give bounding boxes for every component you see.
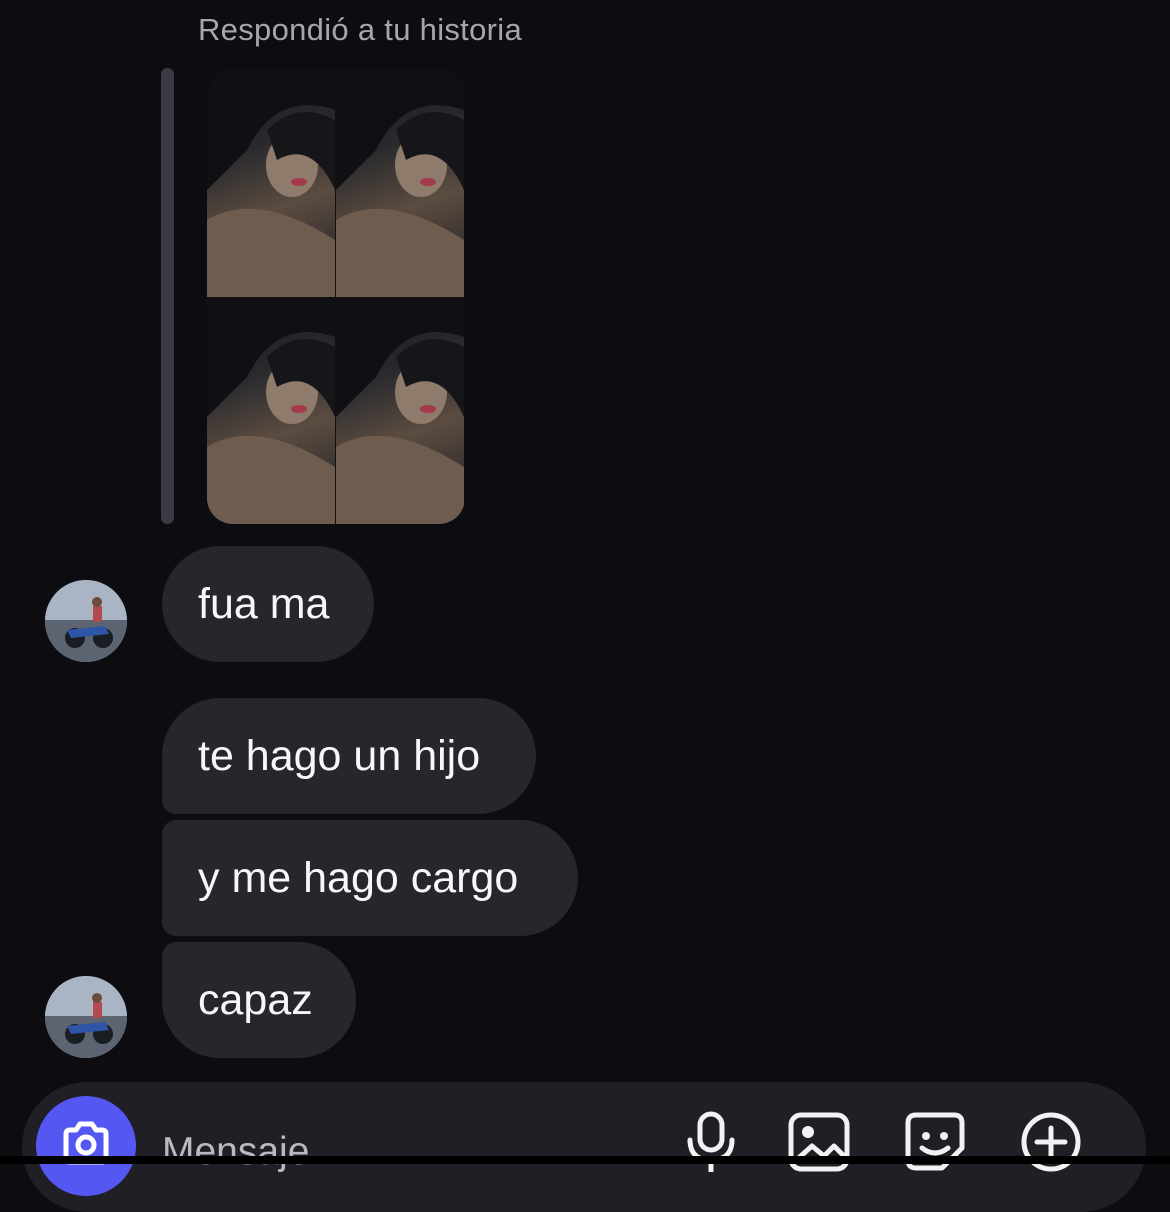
story-photo	[207, 70, 336, 297]
story-thumbnail[interactable]	[207, 70, 465, 524]
story-photo	[336, 70, 465, 297]
camera-button[interactable]	[36, 1096, 136, 1196]
microphone-icon	[687, 1111, 735, 1172]
message-bubble[interactable]: capaz	[162, 942, 356, 1058]
plus-circle-icon	[1021, 1112, 1081, 1172]
story-photo	[207, 297, 336, 524]
message-bubble[interactable]: fua ma	[162, 546, 374, 662]
reply-header: Respondió a tu historia	[198, 12, 522, 47]
add-button[interactable]	[1018, 1108, 1084, 1174]
story-photo	[336, 297, 465, 524]
message-input[interactable]	[162, 1122, 582, 1182]
microphone-button[interactable]	[678, 1108, 744, 1174]
gallery-icon	[788, 1112, 850, 1172]
sender-avatar[interactable]	[45, 580, 127, 662]
sticker-icon	[905, 1112, 965, 1171]
message-bubble[interactable]: y me hago cargo	[162, 820, 578, 936]
sender-avatar[interactable]	[45, 976, 127, 1058]
reply-indicator-bar	[161, 68, 174, 524]
gallery-button[interactable]	[786, 1108, 852, 1174]
sticker-button[interactable]	[902, 1108, 968, 1174]
message-bubble[interactable]: te hago un hijo	[162, 698, 536, 814]
screen-bottom-edge	[0, 1156, 1170, 1164]
